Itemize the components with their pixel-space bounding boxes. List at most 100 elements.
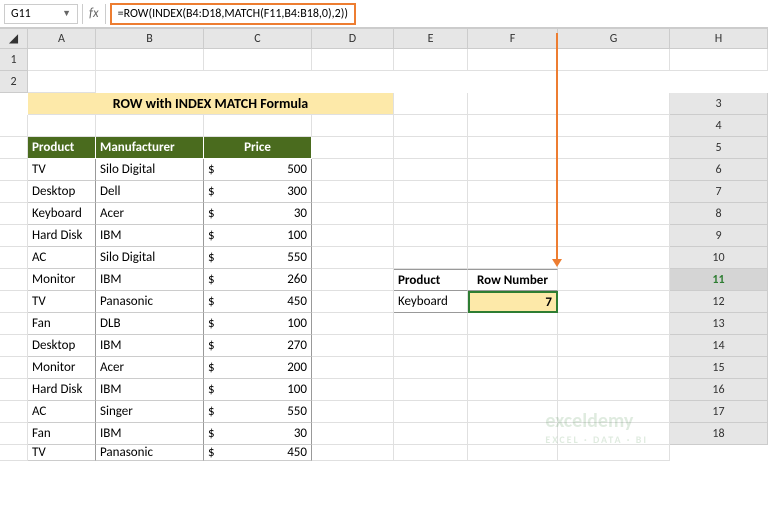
row-header[interactable]: 4 bbox=[670, 115, 768, 137]
cell[interactable] bbox=[0, 423, 28, 445]
table-cell-manufacturer[interactable]: IBM bbox=[96, 335, 204, 357]
lookup-result-cell[interactable]: 7 bbox=[468, 291, 558, 313]
cell[interactable] bbox=[312, 357, 394, 379]
cell[interactable] bbox=[394, 49, 468, 71]
cell[interactable] bbox=[468, 137, 558, 159]
cell[interactable] bbox=[0, 379, 28, 401]
cell[interactable] bbox=[312, 379, 394, 401]
cell[interactable] bbox=[394, 379, 468, 401]
cell[interactable] bbox=[558, 181, 670, 203]
table-cell-manufacturer[interactable]: Silo Digital bbox=[96, 159, 204, 181]
col-header[interactable]: F bbox=[468, 29, 558, 49]
cell[interactable] bbox=[394, 137, 468, 159]
row-header[interactable]: 15 bbox=[670, 357, 768, 379]
cell[interactable] bbox=[468, 93, 558, 115]
table-cell-product[interactable]: TV bbox=[28, 445, 96, 461]
cell[interactable] bbox=[312, 115, 394, 137]
cell[interactable] bbox=[468, 357, 558, 379]
cell[interactable] bbox=[0, 225, 28, 247]
cell[interactable] bbox=[558, 159, 670, 181]
name-box[interactable]: G11 ▼ bbox=[4, 4, 78, 24]
row-header[interactable]: 14 bbox=[670, 335, 768, 357]
cell[interactable] bbox=[394, 423, 468, 445]
cell[interactable] bbox=[312, 335, 394, 357]
chevron-down-icon[interactable]: ▼ bbox=[62, 8, 71, 19]
row-header[interactable]: 8 bbox=[670, 203, 768, 225]
table-cell-product[interactable]: AC bbox=[28, 401, 96, 423]
cell[interactable] bbox=[0, 115, 28, 137]
table-cell-price[interactable]: $450 bbox=[204, 291, 312, 313]
cell[interactable] bbox=[558, 335, 670, 357]
cell[interactable] bbox=[468, 423, 558, 445]
table-cell-price[interactable]: $30 bbox=[204, 203, 312, 225]
cell[interactable] bbox=[204, 49, 312, 71]
table-cell-product[interactable]: Monitor bbox=[28, 357, 96, 379]
row-header[interactable]: 9 bbox=[670, 225, 768, 247]
col-header[interactable]: B bbox=[96, 29, 204, 49]
cell[interactable] bbox=[0, 445, 28, 461]
table-cell-price[interactable]: $260 bbox=[204, 269, 312, 291]
cell[interactable] bbox=[312, 291, 394, 313]
cell[interactable] bbox=[394, 401, 468, 423]
row-header[interactable]: 18 bbox=[670, 423, 768, 445]
col-header[interactable]: A bbox=[28, 29, 96, 49]
table-cell-product[interactable]: Fan bbox=[28, 313, 96, 335]
row-header[interactable]: 2 bbox=[0, 71, 28, 93]
cell[interactable] bbox=[0, 247, 28, 269]
cell[interactable] bbox=[468, 181, 558, 203]
row-header[interactable]: 17 bbox=[670, 401, 768, 423]
cell[interactable] bbox=[0, 159, 28, 181]
formula-input-wrap[interactable]: =ROW(INDEX(B4:D18,MATCH(F11,B4:B18,0),2)… bbox=[106, 3, 768, 25]
row-header[interactable]: 1 bbox=[0, 49, 28, 71]
cell[interactable] bbox=[558, 423, 670, 445]
cell[interactable] bbox=[0, 269, 28, 291]
cell[interactable] bbox=[558, 445, 670, 461]
cell[interactable] bbox=[468, 49, 558, 71]
cell[interactable] bbox=[394, 225, 468, 247]
cell[interactable] bbox=[312, 247, 394, 269]
cell[interactable] bbox=[312, 181, 394, 203]
table-cell-price[interactable]: $30 bbox=[204, 423, 312, 445]
cell[interactable] bbox=[468, 115, 558, 137]
row-header[interactable]: 6 bbox=[670, 159, 768, 181]
cell[interactable] bbox=[670, 49, 768, 71]
cell[interactable] bbox=[468, 313, 558, 335]
cell[interactable] bbox=[558, 49, 670, 71]
cell[interactable] bbox=[96, 49, 204, 71]
cell[interactable] bbox=[0, 335, 28, 357]
cell[interactable] bbox=[28, 115, 96, 137]
table-cell-product[interactable]: Fan bbox=[28, 423, 96, 445]
row-header[interactable]: 11 bbox=[670, 269, 768, 291]
table-cell-manufacturer[interactable]: Dell bbox=[96, 181, 204, 203]
table-cell-product[interactable]: TV bbox=[28, 159, 96, 181]
cell[interactable] bbox=[394, 93, 468, 115]
cell[interactable] bbox=[0, 401, 28, 423]
spreadsheet-grid[interactable]: ◢ A B C D E F G H 1 2 ROW with INDEX MAT… bbox=[0, 28, 768, 461]
table-cell-manufacturer[interactable]: IBM bbox=[96, 225, 204, 247]
table-cell-manufacturer[interactable]: IBM bbox=[96, 269, 204, 291]
cell[interactable] bbox=[468, 247, 558, 269]
table-cell-price[interactable]: $100 bbox=[204, 313, 312, 335]
cell[interactable] bbox=[312, 423, 394, 445]
col-header[interactable]: H bbox=[670, 29, 768, 49]
table-cell-manufacturer[interactable]: Acer bbox=[96, 203, 204, 225]
select-all-corner[interactable]: ◢ bbox=[0, 29, 28, 49]
cell[interactable] bbox=[468, 203, 558, 225]
row-header[interactable]: 13 bbox=[670, 313, 768, 335]
cell[interactable] bbox=[558, 137, 670, 159]
cell[interactable] bbox=[0, 291, 28, 313]
cell[interactable] bbox=[468, 335, 558, 357]
table-cell-price[interactable]: $550 bbox=[204, 247, 312, 269]
table-cell-product[interactable]: Monitor bbox=[28, 269, 96, 291]
cell[interactable] bbox=[468, 379, 558, 401]
table-cell-price[interactable]: $270 bbox=[204, 335, 312, 357]
table-cell-manufacturer[interactable]: DLB bbox=[96, 313, 204, 335]
table-cell-price[interactable]: $500 bbox=[204, 159, 312, 181]
cell[interactable] bbox=[394, 181, 468, 203]
cell[interactable] bbox=[0, 357, 28, 379]
col-header[interactable]: D bbox=[312, 29, 394, 49]
table-cell-price[interactable]: $450 bbox=[204, 445, 312, 461]
cell[interactable] bbox=[96, 115, 204, 137]
table-cell-price[interactable]: $550 bbox=[204, 401, 312, 423]
cell[interactable] bbox=[312, 203, 394, 225]
